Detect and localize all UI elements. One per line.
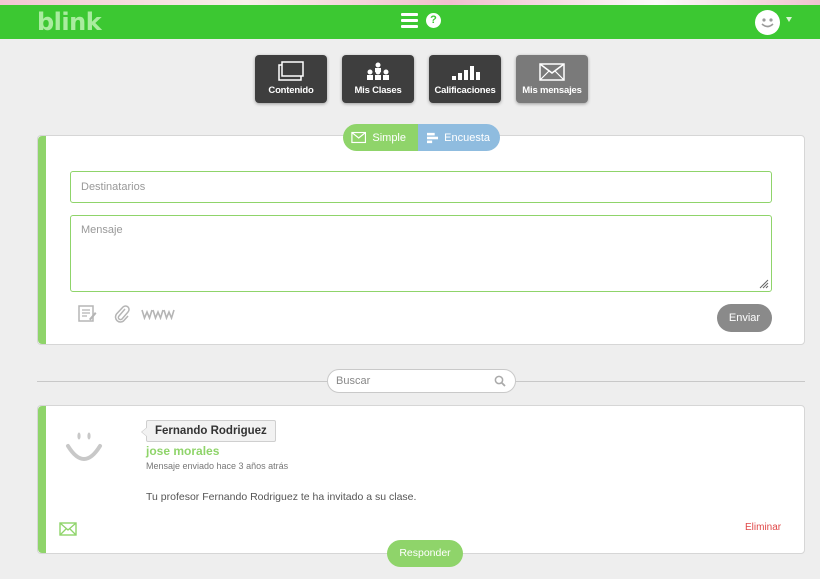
recipient-name[interactable]: jose morales: [146, 444, 219, 458]
card-accent: [38, 136, 46, 344]
main-nav: Contenido Mis Clases Calificaciones Mis …: [255, 55, 588, 103]
survey-icon: [427, 132, 439, 143]
send-button[interactable]: Enviar: [717, 304, 772, 332]
web-link-icon[interactable]: [141, 308, 175, 320]
mode-survey-button[interactable]: Encuesta: [418, 124, 500, 151]
nav-mis-mensajes[interactable]: Mis mensajes: [516, 55, 588, 103]
search-icon[interactable]: [494, 375, 506, 387]
messages-icon: [539, 63, 565, 81]
sender-avatar-icon: [66, 432, 102, 461]
content-icon: [278, 61, 304, 81]
nav-calificaciones[interactable]: Calificaciones: [429, 55, 501, 103]
nav-label: Mis Clases: [354, 85, 402, 96]
message-textarea[interactable]: [70, 215, 772, 292]
nav-mis-clases[interactable]: Mis Clases: [342, 55, 414, 103]
recipients-input[interactable]: [70, 171, 772, 203]
resize-handle-icon[interactable]: [757, 277, 769, 289]
edit-note-icon[interactable]: [78, 305, 97, 322]
sender-name: Fernando Rodriguez: [141, 420, 276, 442]
top-bar: blink ?: [0, 5, 820, 39]
search-input[interactable]: [336, 373, 486, 389]
menu-icon[interactable]: [401, 13, 418, 28]
message-body: Tu profesor Fernando Rodriguez te ha inv…: [146, 491, 417, 503]
grades-icon: [452, 66, 480, 80]
nav-label: Mis mensajes: [522, 85, 582, 96]
mode-simple-label: Simple: [372, 131, 406, 144]
envelope-icon: [59, 522, 77, 536]
card-accent: [38, 406, 46, 553]
mode-simple-button[interactable]: Simple: [343, 124, 418, 151]
nav-contenido[interactable]: Contenido: [255, 55, 327, 103]
search-box: [327, 369, 516, 393]
classes-icon: [367, 62, 389, 80]
nav-label: Contenido: [268, 85, 314, 96]
app-logo[interactable]: blink: [37, 8, 102, 36]
delete-link[interactable]: Eliminar: [745, 522, 781, 533]
envelope-icon: [351, 131, 367, 144]
nav-label: Calificaciones: [434, 85, 496, 96]
chevron-down-icon[interactable]: [786, 17, 792, 22]
help-icon[interactable]: ?: [426, 13, 441, 28]
mode-survey-label: Encuesta: [444, 131, 490, 144]
attachment-icon[interactable]: [114, 305, 130, 323]
user-avatar[interactable]: [755, 10, 780, 35]
reply-button[interactable]: Responder: [387, 540, 463, 567]
message-mode-switch: Simple Encuesta: [343, 124, 500, 151]
sent-timestamp: Mensaje enviado hace 3 años atrás: [146, 461, 289, 471]
